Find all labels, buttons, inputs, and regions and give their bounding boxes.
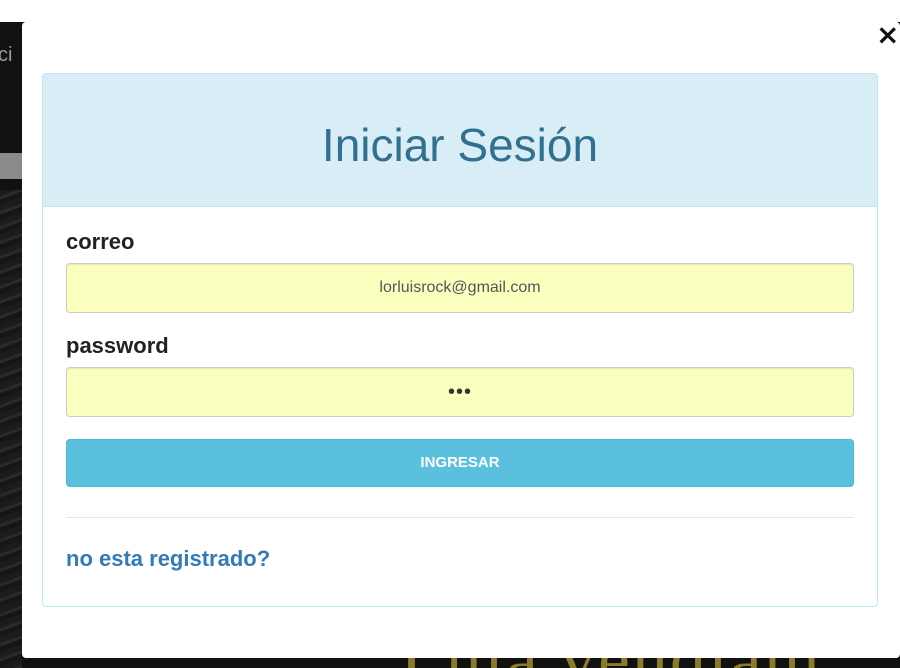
email-label: correo [66, 229, 135, 254]
modal-title: Iniciar Sesión [321, 119, 599, 171]
close-button[interactable]: × [876, 21, 899, 49]
register-link[interactable]: no esta registrado? [66, 546, 270, 572]
login-submit-button[interactable]: INGRESAR [66, 439, 854, 487]
backdrop-top-strip [0, 0, 900, 22]
password-field[interactable] [66, 367, 854, 417]
form-divider [66, 517, 854, 518]
login-modal: × Iniciar Sesión correo password INGRESA… [22, 21, 900, 658]
backdrop-texture [0, 190, 22, 668]
panel-heading: Iniciar Sesión [43, 74, 877, 207]
close-icon[interactable]: × [876, 18, 899, 51]
password-label: password [66, 333, 169, 358]
login-panel: Iniciar Sesión correo password INGRESAR … [42, 73, 878, 607]
email-field[interactable] [66, 263, 854, 313]
backdrop-partial-text: ci [0, 44, 13, 66]
login-form: correo password INGRESAR no esta registr… [43, 229, 877, 572]
